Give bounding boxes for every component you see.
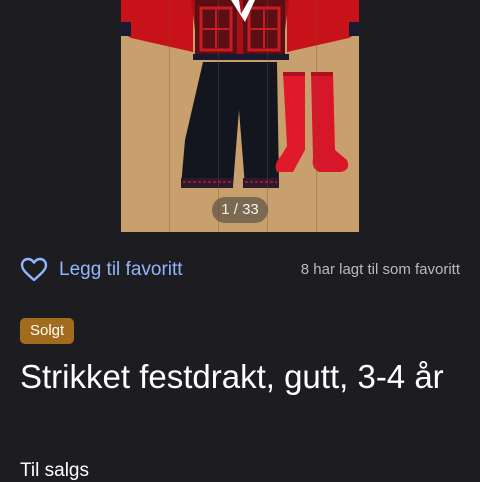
heart-outline-icon — [20, 257, 48, 282]
status-badge: Solgt — [20, 318, 75, 344]
favorite-count-text: 8 har lagt til som favoritt — [300, 261, 460, 278]
image-counter: 1 / 33 — [212, 197, 268, 223]
listing-title: Strikket festdrakt, gutt, 3-4 år — [20, 358, 444, 395]
add-favorite-label: Legg til favoritt — [59, 259, 183, 280]
add-favorite-button[interactable]: Legg til favoritt — [20, 254, 183, 286]
favorite-row: Legg til favoritt 8 har lagt til som fav… — [20, 254, 460, 286]
section-heading: Til salgs — [20, 460, 89, 481]
